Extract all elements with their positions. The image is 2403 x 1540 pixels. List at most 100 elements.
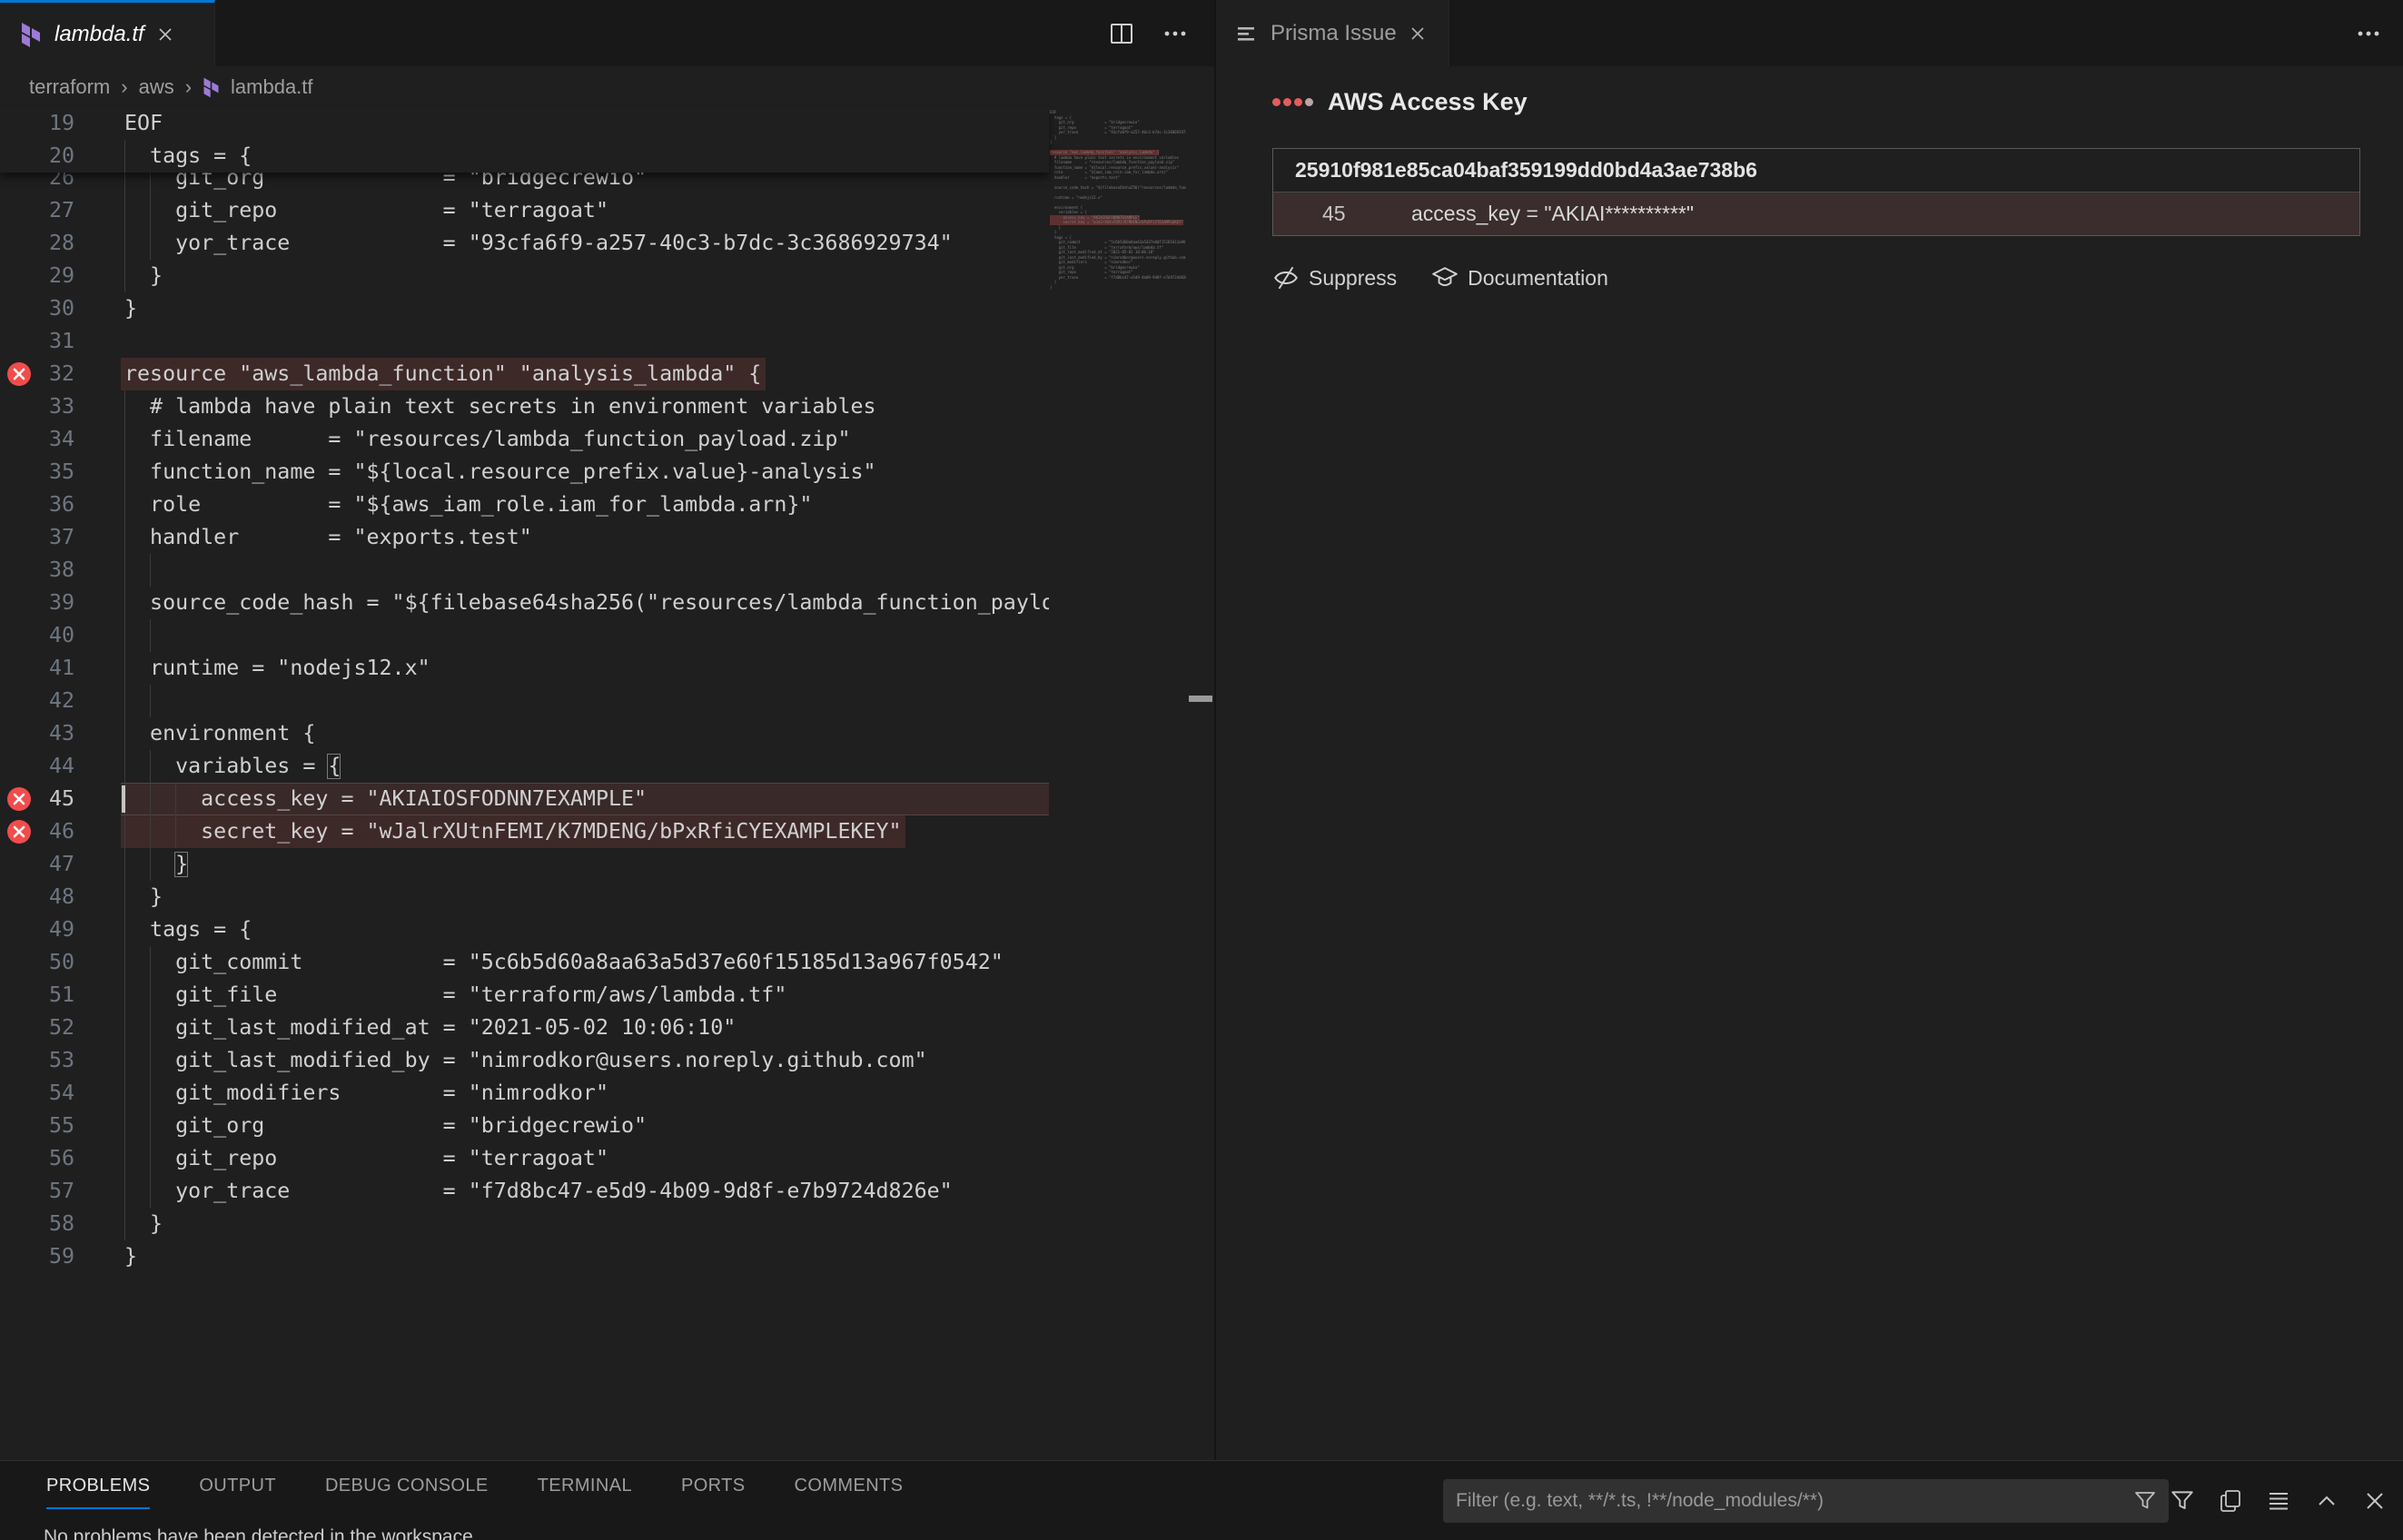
code-line-35[interactable]: 35 function_name = "${local.resource_pre… bbox=[0, 456, 1049, 489]
panel-tab-terminal[interactable]: TERMINAL bbox=[538, 1476, 632, 1509]
line-number: 28 bbox=[35, 227, 74, 260]
line-number: 30 bbox=[35, 292, 74, 325]
finding-line-number: 45 bbox=[1322, 202, 1359, 226]
editor-scrollbar[interactable] bbox=[1188, 107, 1214, 1460]
code-line-28[interactable]: 28 yor_trace = "93cfa6f9-a257-40c3-b7dc-… bbox=[0, 227, 1049, 260]
code-line-59[interactable]: 59} bbox=[0, 1240, 1049, 1273]
code-line-45[interactable]: 45 access_key = "AKIAIOSFODNN7EXAMPLE" bbox=[0, 783, 1049, 815]
code-text: runtime = "nodejs12.x" bbox=[124, 652, 430, 685]
code-line-39[interactable]: 39 source_code_hash = "${filebase64sha25… bbox=[0, 587, 1049, 619]
graduation-cap-icon bbox=[1431, 265, 1459, 291]
tab-label: lambda.tf bbox=[54, 22, 144, 47]
code-line-53[interactable]: 53 git_last_modified_by = "nimrodkor@use… bbox=[0, 1044, 1049, 1077]
code-line-38[interactable]: 38 bbox=[0, 554, 1049, 587]
documentation-label: Documentation bbox=[1468, 266, 1608, 291]
tab-prisma-issue[interactable]: Prisma Issue bbox=[1216, 0, 1449, 66]
chevron-right-icon: › bbox=[185, 75, 192, 99]
finding-code-row[interactable]: 45 access_key = "AKIAI**********" bbox=[1273, 192, 2359, 235]
code-line-36[interactable]: 36 role = "${aws_iam_role.iam_for_lambda… bbox=[0, 489, 1049, 521]
code-text: handler = "exports.test" bbox=[124, 521, 532, 554]
view-as-list-icon[interactable] bbox=[2265, 1487, 2292, 1515]
minimap[interactable]: EOF tags = { git_org = "bridgecrewio" gi… bbox=[1050, 110, 1186, 1454]
line-number: 56 bbox=[35, 1142, 74, 1175]
line-number: 31 bbox=[35, 325, 74, 358]
code-line-27[interactable]: 27 git_repo = "terragoat" bbox=[0, 194, 1049, 227]
line-number: 44 bbox=[35, 750, 74, 783]
code-line-29[interactable]: 29 } bbox=[0, 260, 1049, 292]
line-number: 54 bbox=[35, 1077, 74, 1110]
code-line-48[interactable]: 48 } bbox=[0, 881, 1049, 913]
panel-tab-comments[interactable]: COMMENTS bbox=[795, 1476, 904, 1509]
code-line-57[interactable]: 57 yor_trace = "f7d8bc47-e5d9-4b09-9d8f-… bbox=[0, 1175, 1049, 1208]
terraform-icon bbox=[203, 76, 220, 98]
code-line-32[interactable]: 32resource "aws_lambda_function" "analys… bbox=[0, 358, 1049, 390]
code-text: git_repo = "terragoat" bbox=[124, 194, 608, 227]
documentation-button[interactable]: Documentation bbox=[1431, 265, 1608, 291]
panel-tab-output[interactable]: OUTPUT bbox=[199, 1476, 276, 1509]
close-icon[interactable] bbox=[1409, 25, 1426, 42]
panel-tabs: PROBLEMS OUTPUT DEBUG CONSOLE TERMINAL PORTS… bbox=[46, 1476, 903, 1509]
code-line-41[interactable]: 41 runtime = "nodejs12.x" bbox=[0, 652, 1049, 685]
code-line-49[interactable]: 49 tags = { bbox=[0, 913, 1049, 946]
code-line-40[interactable]: 40 bbox=[0, 619, 1049, 652]
maximize-panel-icon[interactable] bbox=[2313, 1487, 2340, 1515]
suppress-button[interactable]: Suppress bbox=[1272, 264, 1397, 291]
code-line-31[interactable]: 31 bbox=[0, 325, 1049, 358]
code-line-34[interactable]: 34 filename = "resources/lambda_function… bbox=[0, 423, 1049, 456]
code-line-42[interactable]: 42 bbox=[0, 685, 1049, 717]
sticky-scroll[interactable]: 19EOF20 tags = { bbox=[0, 107, 1049, 173]
code-area[interactable]: 26 git_org = "bridgecrewio"27 git_repo =… bbox=[0, 107, 1049, 1460]
line-number: 43 bbox=[35, 717, 74, 750]
finding-hash[interactable]: 25910f981e85ca04baf359199dd0bd4a3ae738b6 bbox=[1273, 149, 2359, 192]
code-line-50[interactable]: 50 git_commit = "5c6b5d60a8aa63a5d37e60f… bbox=[0, 946, 1049, 979]
code-text: source_code_hash = "${filebase64sha256("… bbox=[124, 587, 1049, 619]
line-number: 48 bbox=[35, 881, 74, 913]
code-text: } bbox=[124, 1208, 163, 1240]
tab-lambda-tf[interactable]: lambda.tf bbox=[0, 0, 215, 66]
terraform-icon bbox=[20, 21, 42, 48]
code-line-30[interactable]: 30} bbox=[0, 292, 1049, 325]
code-line-54[interactable]: 54 git_modifiers = "nimrodkor" bbox=[0, 1077, 1049, 1110]
code-text: yor_trace = "93cfa6f9-a257-40c3-b7dc-3c3… bbox=[124, 227, 953, 260]
code-line-33[interactable]: 33 # lambda have plain text secrets in e… bbox=[0, 390, 1049, 423]
breadcrumb-aws[interactable]: aws bbox=[139, 75, 174, 99]
chevron-right-icon: › bbox=[121, 75, 127, 99]
more-actions-icon[interactable] bbox=[2356, 21, 2381, 46]
breadcrumb-file[interactable]: lambda.tf bbox=[231, 75, 313, 99]
filter-funnel-icon[interactable] bbox=[2132, 1488, 2158, 1514]
code-line-52[interactable]: 52 git_last_modified_at = "2021-05-02 10… bbox=[0, 1012, 1049, 1044]
code-line-55[interactable]: 55 git_org = "bridgecrewio" bbox=[0, 1110, 1049, 1142]
code-line-19[interactable]: 19EOF bbox=[0, 107, 1049, 140]
code-line-43[interactable]: 43 environment { bbox=[0, 717, 1049, 750]
line-number: 36 bbox=[35, 489, 74, 521]
copy-icon[interactable] bbox=[2217, 1487, 2244, 1515]
code-line-47[interactable]: 47 } bbox=[0, 848, 1049, 881]
close-icon[interactable] bbox=[157, 26, 173, 43]
code-line-58[interactable]: 58 } bbox=[0, 1208, 1049, 1240]
filter-icon[interactable] bbox=[2169, 1487, 2196, 1515]
line-number: 40 bbox=[35, 619, 74, 652]
breadcrumb-terraform[interactable]: terraform bbox=[29, 75, 110, 99]
code-line-56[interactable]: 56 git_repo = "terragoat" bbox=[0, 1142, 1049, 1175]
error-badge-icon bbox=[7, 362, 31, 386]
filter-input[interactable] bbox=[1443, 1479, 2169, 1523]
code-editor[interactable]: 26 git_org = "bridgecrewio"27 git_repo =… bbox=[0, 107, 1215, 1460]
more-actions-icon[interactable] bbox=[1162, 21, 1188, 46]
line-number: 59 bbox=[35, 1240, 74, 1273]
panel-tab-ports[interactable]: PORTS bbox=[681, 1476, 746, 1509]
code-line-46[interactable]: 46 secret_key = "wJalrXUtnFEMI/K7MDENG/b… bbox=[0, 815, 1049, 848]
text-cursor bbox=[122, 785, 125, 813]
line-number: 49 bbox=[35, 913, 74, 946]
code-line-44[interactable]: 44 variables = { bbox=[0, 750, 1049, 783]
split-editor-icon[interactable] bbox=[1108, 20, 1135, 47]
code-text: function_name = "${local.resource_prefix… bbox=[124, 456, 876, 489]
code-line-51[interactable]: 51 git_file = "terraform/aws/lambda.tf" bbox=[0, 979, 1049, 1012]
close-panel-icon[interactable] bbox=[2361, 1487, 2388, 1515]
code-line-37[interactable]: 37 handler = "exports.test" bbox=[0, 521, 1049, 554]
code-text: secret_key = "wJalrXUtnFEMI/K7MDENG/bPxR… bbox=[124, 815, 902, 848]
code-line-20[interactable]: 20 tags = { bbox=[0, 140, 1049, 173]
panel-tab-debug-console[interactable]: DEBUG CONSOLE bbox=[325, 1476, 489, 1509]
panel-tab-problems[interactable]: PROBLEMS bbox=[46, 1476, 150, 1509]
severity-dot bbox=[1305, 98, 1313, 106]
line-number: 39 bbox=[35, 587, 74, 619]
